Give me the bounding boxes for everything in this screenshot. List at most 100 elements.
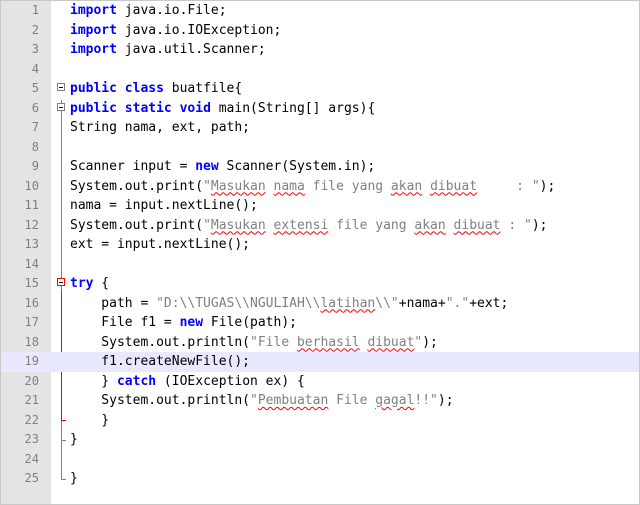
string-part: File xyxy=(328,393,376,408)
line-number: 10 xyxy=(24,178,39,193)
string-part xyxy=(422,179,430,194)
line-number: 18 xyxy=(24,334,39,349)
code-text: Scanner input = new Scanner(System.in); xyxy=(70,157,375,177)
line-number: 8 xyxy=(31,139,39,154)
code-segment: File(path); xyxy=(203,315,297,330)
string-part: "D:\\TUGAS\\NGULIAH\\ xyxy=(156,295,321,311)
code-line-9[interactable]: 9 Scanner input = new Scanner(System.in)… xyxy=(1,157,639,177)
code-text: nama = input.nextLine(); xyxy=(70,198,258,213)
code-text: try { xyxy=(70,274,109,294)
misspelled-word: akan xyxy=(390,178,423,194)
code-line-14[interactable]: 14 xyxy=(1,255,639,275)
code-text: } catch (IOException ex) { xyxy=(70,372,305,392)
code-text: System.out.print("Masukan nama file yang… xyxy=(70,177,555,197)
string-part: file yang xyxy=(304,178,391,194)
line-number: 21 xyxy=(24,393,39,407)
string-part: : " xyxy=(477,178,540,194)
misspelled-word: dibuat xyxy=(367,334,415,350)
code-text: System.out.println("File berhasil dibuat… xyxy=(70,333,438,353)
collapse-icon xyxy=(57,83,65,91)
code-segment: { xyxy=(93,276,110,291)
code-line-15[interactable]: 15 try { xyxy=(1,274,639,294)
collapse-icon xyxy=(57,102,65,111)
code-line-7[interactable]: 7 String nama, ext, path; xyxy=(1,118,639,138)
code-line-3[interactable]: 3 import java.util.Scanner; xyxy=(1,40,639,60)
code-line-24[interactable]: 24 xyxy=(1,450,639,470)
fold-toggle-icon[interactable] xyxy=(56,99,68,119)
code-segment: main(String[] args){ xyxy=(210,100,376,116)
misspelled-word: extensi xyxy=(273,217,329,233)
code-segment: System.out.println( xyxy=(70,393,251,408)
misspelled-word: gagal xyxy=(375,393,415,408)
string-part: " xyxy=(250,393,258,408)
code-line-19-current[interactable]: 19 f1.createNewFile(); xyxy=(1,352,639,372)
code-segment: buatfile{ xyxy=(163,81,243,96)
line-number: 22 xyxy=(24,412,39,427)
line-number: 11 xyxy=(24,198,39,212)
code-line-2[interactable]: 2 import java.io.IOException; xyxy=(1,21,639,41)
fold-toggle-icon[interactable] xyxy=(56,274,68,294)
keyword: import xyxy=(70,3,117,18)
code-line-13[interactable]: 13 ext = input.nextLine(); xyxy=(1,235,639,255)
misspelled-word: Pembuatan xyxy=(257,393,329,408)
code-text: import java.io.File; xyxy=(70,1,227,21)
code-line-10[interactable]: 10 System.out.print("Masukan nama file y… xyxy=(1,177,639,197)
code-segment: (IOException ex) { xyxy=(156,373,305,389)
code-text: System.out.print("Masukan extensi file y… xyxy=(70,216,547,236)
code-line-20[interactable]: 20 } catch (IOException ex) { xyxy=(1,372,639,392)
keyword: public xyxy=(70,81,117,96)
line-number: 23 xyxy=(24,432,39,446)
code-line-11[interactable]: 11 nama = input.nextLine(); xyxy=(1,196,639,216)
string-part: " xyxy=(203,178,211,194)
line-number: 13 xyxy=(24,237,39,251)
code-line-4[interactable]: 4 xyxy=(1,60,639,80)
string-literal: "." xyxy=(445,295,470,311)
misspelled-word: berhasil xyxy=(296,334,360,350)
string-literal: "File berhasil dibuat" xyxy=(250,335,422,350)
code-text: import java.io.IOException; xyxy=(70,21,281,41)
code-line-16[interactable]: 16 path = "D:\\TUGAS\\NGULIAH\\latihan\\… xyxy=(1,294,639,314)
misspelled-word: dibuat xyxy=(430,178,478,194)
code-line-18[interactable]: 18 System.out.println("File berhasil dib… xyxy=(1,333,639,353)
code-text: ext = input.nextLine(); xyxy=(70,237,251,252)
code-line-12[interactable]: 12 System.out.print("Masukan extensi fil… xyxy=(1,216,639,236)
string-part xyxy=(266,218,274,233)
misspelled-word: latihan xyxy=(320,295,376,311)
code-segment: ); xyxy=(422,334,438,350)
code-line-6[interactable]: 6 public static void main(String[] args)… xyxy=(1,99,639,119)
code-segment: System.out.print( xyxy=(70,217,204,233)
line-number: 15 xyxy=(24,276,39,290)
keyword: void xyxy=(179,100,211,116)
fold-toggle-icon[interactable] xyxy=(56,79,68,99)
code-line-25[interactable]: 25 } xyxy=(1,469,639,489)
code-segment: java.io.File; xyxy=(116,3,227,18)
code-segment: +nama+ xyxy=(398,295,446,311)
string-part: : " xyxy=(500,217,532,233)
keyword: try xyxy=(70,276,94,291)
line-number: 17 xyxy=(24,315,39,329)
code-line-22[interactable]: 22 } xyxy=(1,411,639,431)
string-part: !!" xyxy=(414,393,438,408)
code-segment: Scanner(System.in); xyxy=(218,159,376,174)
line-number: 19 xyxy=(24,354,39,368)
code-line-23[interactable]: 23 } xyxy=(1,430,639,450)
line-number: 4 xyxy=(31,61,39,76)
code-editor[interactable]: 1 import java.io.File; 2 import java.io.… xyxy=(0,0,640,505)
code-line-8[interactable]: 8 xyxy=(1,138,639,158)
string-literal: "D:\\TUGAS\\NGULIAH\\latihan\\" xyxy=(156,296,399,311)
string-part xyxy=(266,179,274,194)
line-number: 9 xyxy=(31,159,39,173)
code-line-17[interactable]: 17 File f1 = new File(path); xyxy=(1,313,639,333)
code-line-5[interactable]: 5 public class buatfile{ xyxy=(1,79,639,99)
code-line-21[interactable]: 21 System.out.println("Pembuatan File ga… xyxy=(1,391,639,411)
code-segment: } xyxy=(70,373,117,389)
code-text: import java.util.Scanner; xyxy=(70,40,266,60)
line-number: 7 xyxy=(31,120,39,134)
code-segment: java.util.Scanner; xyxy=(116,42,266,57)
string-part: \\" xyxy=(375,295,399,311)
line-number: 2 xyxy=(31,22,39,37)
code-segment: ); xyxy=(437,393,454,408)
code-text: f1.createNewFile(); xyxy=(70,354,251,369)
string-literal: "Pembuatan File gagal!!" xyxy=(250,393,438,408)
code-line-1[interactable]: 1 import java.io.File; xyxy=(1,1,639,21)
